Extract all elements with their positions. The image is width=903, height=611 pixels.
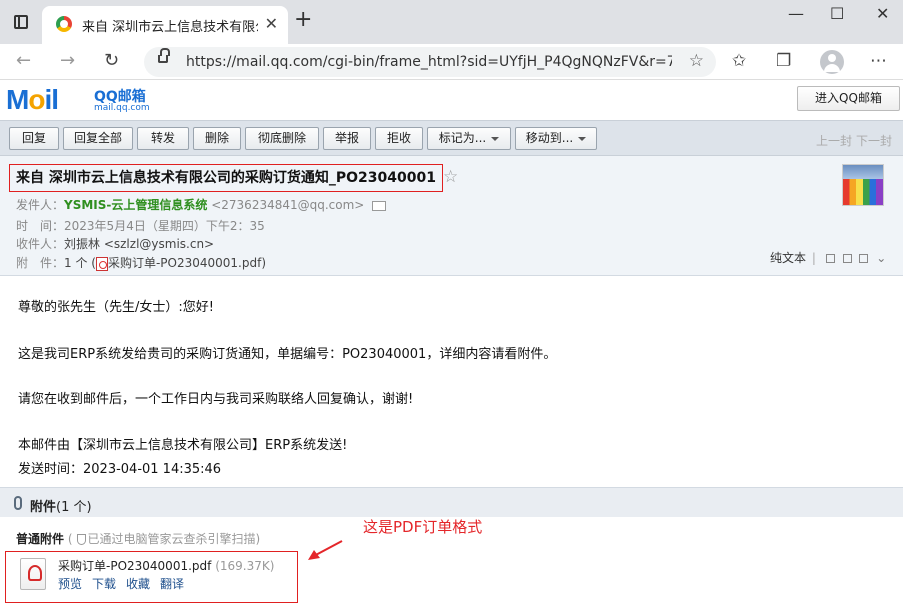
tab-title: 来自 深圳市云上信息技术有限公 xyxy=(82,20,258,35)
move-to-label: 移动到... xyxy=(525,131,574,145)
sender-address: <2736234841@qq.com> xyxy=(211,198,365,212)
move-to-dropdown[interactable]: 移动到... xyxy=(515,127,597,150)
scan-note-open: ( xyxy=(67,532,73,546)
sender-name[interactable]: YSMIS-云上管理信息系统 xyxy=(64,198,207,212)
print-icon[interactable] xyxy=(825,254,835,263)
shield-icon xyxy=(76,534,86,545)
logo-domain: mail.qq.com xyxy=(94,103,150,113)
browser-tabbar: 来自 深圳市云上信息技术有限公 ✕ + — ☐ ✕ xyxy=(0,0,903,44)
body-greeting: 尊敬的张先生（先生/女士）:您好! xyxy=(18,300,214,315)
contact-card-icon[interactable] xyxy=(372,200,387,211)
qq-mail-favicon-icon xyxy=(56,16,72,32)
attachment-count: 1 个 ( xyxy=(64,256,96,270)
enter-qq-mail-button[interactable]: 进入QQ邮箱 xyxy=(797,86,900,111)
recipient-label: 收件人： xyxy=(16,237,65,251)
minimize-icon[interactable]: — xyxy=(788,4,804,23)
body-paragraph-2: 请您在收到邮件后，一个工作日内与我司采购联络人回复确认，谢谢! xyxy=(18,392,414,407)
attachment-close-paren: ) xyxy=(261,256,267,270)
expand-chevron-icon[interactable]: ⌄ xyxy=(876,251,886,265)
prev-mail-link[interactable]: 上一封 xyxy=(816,132,852,149)
attachment-link[interactable]: 采购订单-PO23040001.pdf xyxy=(108,256,261,270)
scan-note: 已通过电脑管家云查杀引擎扫描) xyxy=(87,532,261,546)
lock-icon[interactable] xyxy=(158,48,170,63)
address-bar-row: ← → ↻ https://mail.qq.com/cgi-bin/frame_… xyxy=(0,44,903,80)
chevron-down-icon xyxy=(578,136,587,141)
body-paragraph-1: 这是我司ERP系统发给贵司的采购订货通知，单据编号：PO23040001，详细内… xyxy=(18,347,557,362)
url-text[interactable]: https://mail.qq.com/cgi-bin/frame_html?s… xyxy=(186,54,672,70)
mark-as-label: 标记为... xyxy=(438,131,487,145)
attachment-item: 采购订单-PO23040001.pdf (169.37K) 预览 下载 收藏 翻译 xyxy=(5,551,298,603)
plain-text-toggle[interactable]: 纯文本 | ⌄ xyxy=(770,249,886,266)
maximize-icon[interactable]: ☐ xyxy=(830,4,844,23)
attachment-actions: 预览 下载 收藏 翻译 xyxy=(58,575,194,592)
window-close-icon[interactable]: ✕ xyxy=(876,4,889,23)
forward-icon[interactable]: → xyxy=(60,50,75,71)
plain-text-label[interactable]: 纯文本 xyxy=(770,251,806,265)
tab-actions-icon[interactable] xyxy=(14,15,28,29)
paperclip-icon xyxy=(14,496,22,510)
attachment-row: 附 件：1 个 ( 采购订单-PO23040001.pdf) xyxy=(16,254,266,271)
attachment-total: (1 个) xyxy=(56,500,92,515)
attachment-file-name[interactable]: 采购订单-PO23040001.pdf xyxy=(58,559,211,573)
star-icon[interactable]: ☆ xyxy=(443,167,458,187)
profile-avatar[interactable] xyxy=(820,50,844,74)
time-row: 时 间：2023年5月4日（星期四）下午2：35 xyxy=(16,217,265,234)
attachment-file-size: (169.37K) xyxy=(215,559,275,573)
browser-tab[interactable]: 来自 深圳市云上信息技术有限公 ✕ xyxy=(42,6,288,44)
favorite-add-icon[interactable]: ☆ xyxy=(689,51,704,71)
favorites-icon[interactable]: ✩ xyxy=(732,51,746,71)
body-send-time: 发送时间：2023-04-01 14:35:46 xyxy=(18,462,222,477)
mail-header: Moil QQ邮箱 mail.qq.com 进入QQ邮箱 xyxy=(0,80,903,120)
delete-button[interactable]: 删除 xyxy=(193,127,241,150)
sender-avatar[interactable] xyxy=(842,164,884,206)
mail-subject: 来自 深圳市云上信息技术有限公司的采购订货通知_PO23040001 xyxy=(9,164,443,192)
back-icon[interactable]: ← xyxy=(16,50,31,71)
attachment-title: 附件 xyxy=(30,500,57,515)
sender-label: 发件人： xyxy=(16,198,65,212)
sender-row: 发件人：YSMIS-云上管理信息系统 <2736234841@qq.com> xyxy=(16,196,387,213)
normal-attachment-label: 普通附件 xyxy=(16,532,65,546)
more-menu-icon[interactable]: ⋯ xyxy=(870,51,887,71)
refresh-icon[interactable]: ↻ xyxy=(104,50,119,71)
mail-logo[interactable]: Moil xyxy=(6,84,59,116)
reject-button[interactable]: 拒收 xyxy=(375,127,423,150)
mail-info-panel: 来自 深圳市云上信息技术有限公司的采购订货通知_PO23040001 ☆ 发件人… xyxy=(0,156,903,276)
tab-close-icon[interactable]: ✕ xyxy=(265,14,278,33)
mark-as-dropdown[interactable]: 标记为... xyxy=(427,127,511,150)
attachment-label: 附 件： xyxy=(16,256,65,270)
forward-button[interactable]: 转发 xyxy=(137,127,189,150)
chevron-down-icon xyxy=(491,136,500,141)
translate-link[interactable]: 翻译 xyxy=(160,577,184,591)
report-button[interactable]: 举报 xyxy=(323,127,371,150)
pdf-icon xyxy=(95,256,108,271)
annotation-arrow-icon xyxy=(308,540,343,560)
attachment-file: 采购订单-PO23040001.pdf (169.37K) xyxy=(58,557,274,574)
annotation-text: 这是PDF订单格式 xyxy=(363,518,483,536)
collections-icon[interactable]: ❐ xyxy=(776,51,791,71)
recipient-value: 刘振林 <szlzl@ysmis.cn> xyxy=(64,237,215,251)
pdf-file-icon[interactable] xyxy=(20,558,46,590)
preview-link[interactable]: 预览 xyxy=(58,577,82,591)
body-paragraph-3: 本邮件由【深圳市云上信息技术有限公司】ERP系统发送! xyxy=(18,438,348,453)
recipient-row: 收件人：刘振林 <szlzl@ysmis.cn> xyxy=(16,235,214,252)
attachment-header: 附件(1 个) xyxy=(0,487,903,517)
next-mail-link[interactable]: 下一封 xyxy=(856,132,892,149)
mail-toolbar: 回复 回复全部 转发 删除 彻底删除 举报 拒收 标记为... 移动到... 上… xyxy=(0,120,903,156)
time-value: 2023年5月4日（星期四）下午2：35 xyxy=(64,219,265,233)
reply-all-button[interactable]: 回复全部 xyxy=(63,127,133,150)
new-tab-icon[interactable]: + xyxy=(294,9,312,31)
reply-button[interactable]: 回复 xyxy=(9,127,59,150)
delete-permanently-button[interactable]: 彻底删除 xyxy=(245,127,319,150)
download-link[interactable]: 下载 xyxy=(92,577,116,591)
normal-attachment-label-row: 普通附件 ( 已通过电脑管家云查杀引擎扫描) xyxy=(16,530,260,547)
new-window-icon[interactable] xyxy=(842,254,852,263)
save-icon[interactable] xyxy=(859,254,869,263)
collect-link[interactable]: 收藏 xyxy=(126,577,150,591)
url-field[interactable]: https://mail.qq.com/cgi-bin/frame_html?s… xyxy=(144,47,716,77)
time-label: 时 间： xyxy=(16,219,65,233)
